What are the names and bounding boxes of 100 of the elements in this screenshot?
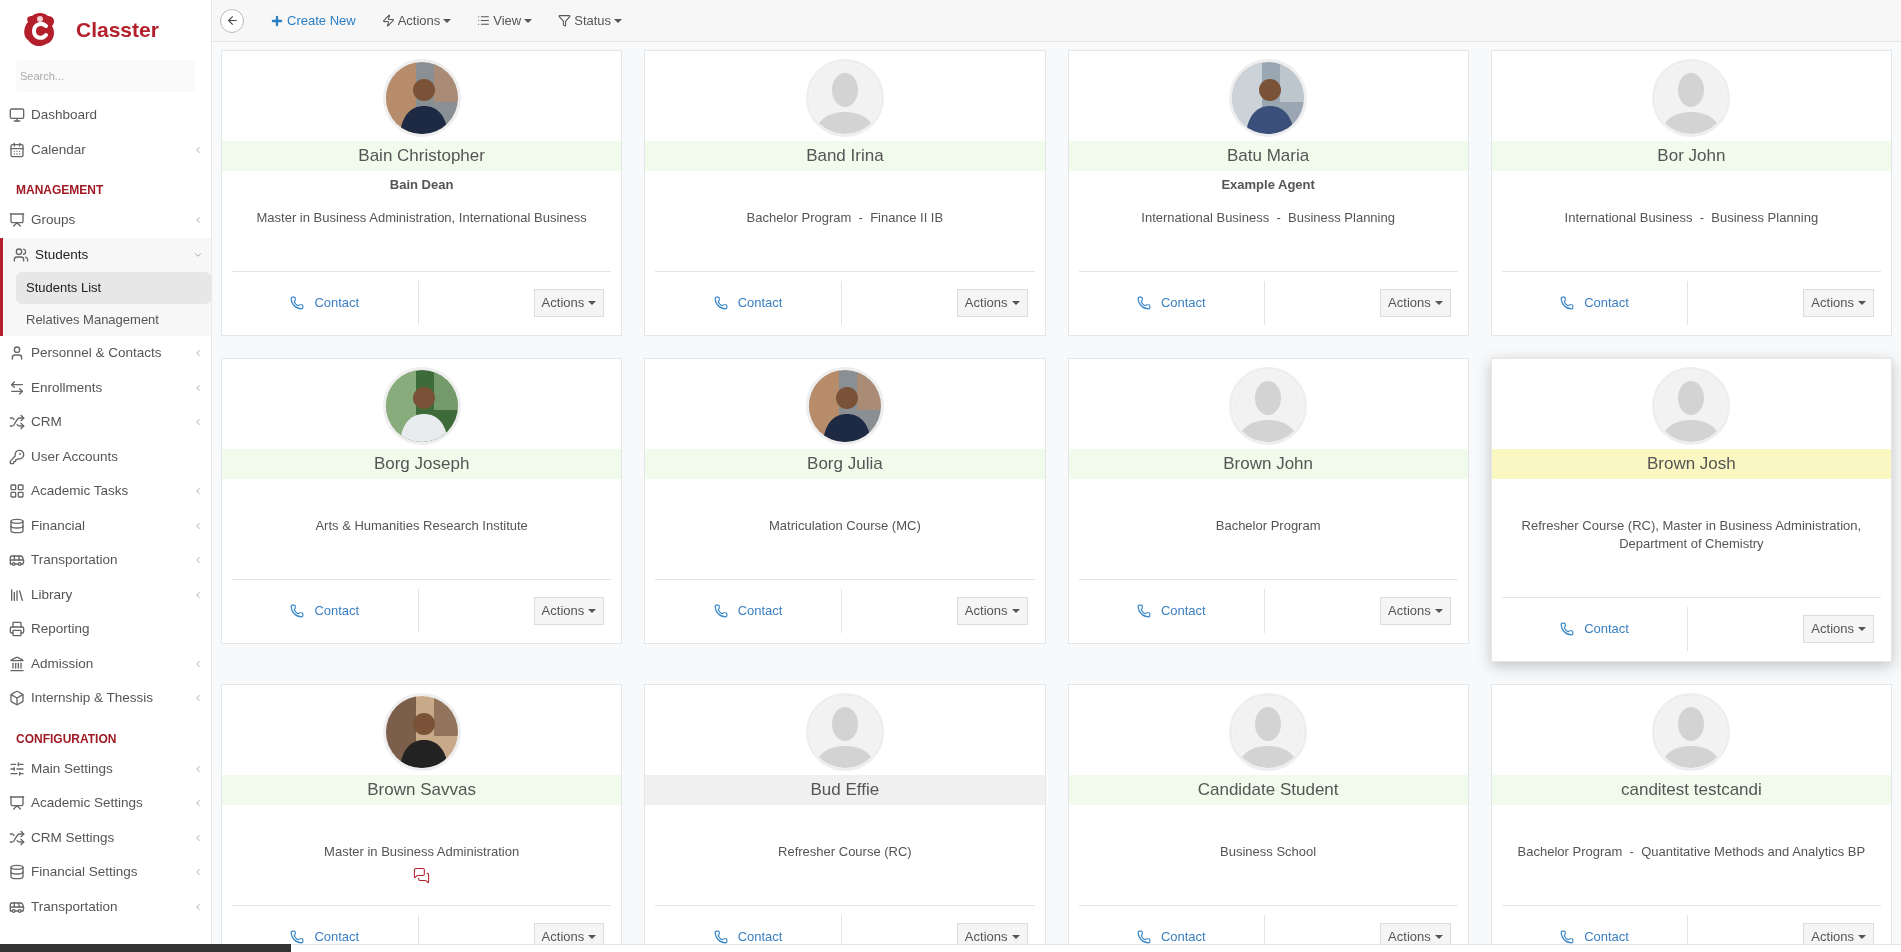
nav-item[interactable]: Financial <box>0 508 211 543</box>
actions-dropdown[interactable]: Actions <box>1803 288 1874 317</box>
phone-icon <box>1136 929 1151 944</box>
student-name: Bud Effie <box>810 779 880 802</box>
contact-link[interactable]: Contact <box>1136 292 1206 313</box>
bank-icon <box>9 655 25 672</box>
contact-link[interactable]: Contact <box>1136 600 1206 621</box>
contact-link[interactable]: Contact <box>1560 618 1629 639</box>
nav-item[interactable]: Enrollments <box>0 370 211 405</box>
users-icon <box>13 246 29 263</box>
contact-link[interactable]: Contact <box>1560 926 1629 944</box>
nav-subitem[interactable]: Relatives Management <box>16 304 211 336</box>
nav-item[interactable]: Dashboard <box>0 98 211 133</box>
actions-dropdown[interactable]: Actions <box>1803 614 1874 643</box>
phone-icon <box>290 295 305 310</box>
contact-link[interactable]: Contact <box>290 292 360 313</box>
nav-item[interactable]: Transportation <box>0 543 211 578</box>
nav-item[interactable]: Internship & Thessis <box>0 681 211 716</box>
search-field[interactable]: Search... <box>16 60 195 92</box>
chevron-left-icon <box>193 867 203 878</box>
actions-dropdown[interactable]: Actions <box>533 288 605 317</box>
caret-icon <box>1858 934 1866 939</box>
program-text: Refresher Course (RC), Master in Business Administration, Department of Chemistry <box>1520 517 1863 553</box>
nav-item[interactable]: CRM Settings <box>0 820 211 855</box>
box-icon <box>9 690 25 707</box>
contact-link[interactable]: Contact <box>713 292 783 313</box>
phone-icon <box>1560 621 1575 636</box>
nav-item[interactable]: CRM <box>0 405 211 440</box>
student-name: Brown Savvas <box>367 779 476 802</box>
brand-name: Classter <box>76 17 159 44</box>
nav-item[interactable]: Main Settings <box>0 751 211 786</box>
actions-dropdown[interactable]: Actions <box>1380 922 1451 944</box>
sliders-icon <box>9 760 25 777</box>
chevron-left-icon <box>193 693 203 704</box>
nav-item[interactable]: Personnel & Contacts <box>0 336 211 371</box>
contact-link[interactable]: Contact <box>290 600 360 621</box>
toolbar-menu[interactable]: Actions <box>381 10 452 31</box>
lightning-icon <box>381 14 395 27</box>
phone-icon <box>713 929 728 944</box>
actions-dropdown[interactable]: Actions <box>1803 922 1874 944</box>
comments-icon[interactable] <box>413 867 431 884</box>
nav-item[interactable]: Admission <box>0 646 211 681</box>
actions-dropdown[interactable]: Actions <box>956 922 1028 944</box>
program-text: Bachelor Program <box>1215 517 1321 535</box>
actions-dropdown[interactable]: Actions <box>1380 288 1451 317</box>
contact-link[interactable]: Contact <box>290 926 360 944</box>
nav-item[interactable]: Library <box>0 577 211 612</box>
actions-dropdown[interactable]: Actions <box>956 596 1028 625</box>
contact-link[interactable]: Contact <box>713 600 783 621</box>
nav-item[interactable]: Groups <box>0 203 211 238</box>
chevron-left-icon <box>193 798 203 809</box>
caret-icon <box>1858 626 1866 631</box>
nav-item[interactable]: Reporting <box>0 612 211 647</box>
grid-icon <box>9 483 25 500</box>
create-new-button[interactable]: Create New <box>270 10 356 31</box>
program-text: Arts & Humanities Research Institute <box>315 517 528 535</box>
phone-icon <box>1560 929 1575 944</box>
program-text: International Business - Business Planning <box>1141 209 1395 227</box>
chevron-left-icon <box>193 832 203 843</box>
chevron-left-icon <box>193 589 203 600</box>
program-text: Master in Business Administration, International Business <box>256 209 587 227</box>
student-name: Brown John <box>1223 453 1313 476</box>
nav-item[interactable]: Financial Settings <box>0 855 211 890</box>
chevron-left-icon <box>193 763 203 774</box>
presentation-icon <box>9 795 25 812</box>
program-text: Matriculation Course (MC) <box>769 517 921 535</box>
actions-dropdown[interactable]: Actions <box>533 922 605 944</box>
toolbar-menu[interactable]: View <box>477 10 533 31</box>
contact-link[interactable]: Contact <box>713 926 783 944</box>
actions-dropdown[interactable]: Actions <box>533 596 605 625</box>
chevron-left-icon <box>193 486 203 497</box>
plus-icon <box>270 13 284 28</box>
caret-icon <box>1434 608 1443 613</box>
actions-dropdown[interactable]: Actions <box>956 288 1028 317</box>
chevron-left-icon <box>193 348 203 359</box>
nav-item[interactable]: User Accounts <box>0 439 211 474</box>
caret-icon <box>1011 934 1020 939</box>
contact-link[interactable]: Contact <box>1560 292 1629 313</box>
actions-dropdown[interactable]: Actions <box>1380 596 1451 625</box>
nav-item[interactable]: Academic Tasks <box>0 474 211 509</box>
nav-item[interactable]: Transportation <box>0 889 211 924</box>
caret-icon <box>588 300 597 305</box>
contact-link[interactable]: Contact <box>1136 926 1206 944</box>
caret-icon <box>1858 300 1866 305</box>
caret-icon <box>443 18 452 23</box>
toolbar-menu[interactable]: Status <box>558 10 623 31</box>
program-text: International Business - Business Planning <box>1564 209 1819 227</box>
nav-subitem[interactable]: Students List <box>16 272 211 304</box>
student-name: Band Irina <box>806 145 884 168</box>
student-name: Candidate Student <box>1197 779 1339 802</box>
program-text: Refresher Course (RC) <box>778 843 912 861</box>
chevron-left-icon <box>193 417 203 428</box>
phone-icon <box>1560 295 1575 310</box>
section-heading: MANAGEMENT <box>15 182 105 199</box>
caret-icon <box>524 18 533 23</box>
nav-item[interactable]: Academic Settings <box>0 786 211 821</box>
back-button[interactable] <box>220 8 244 33</box>
shuffle-icon <box>9 829 25 846</box>
nav-item[interactable]: Calendar <box>0 132 211 167</box>
nav-item[interactable]: Students <box>3 237 211 272</box>
